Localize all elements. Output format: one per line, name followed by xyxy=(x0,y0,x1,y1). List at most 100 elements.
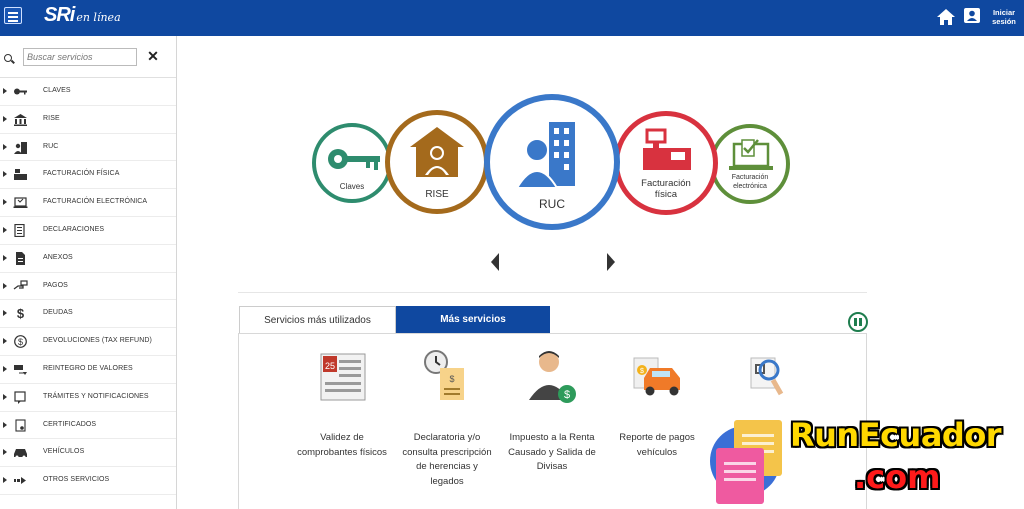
service-label: Reporte de pagos vehículos xyxy=(619,432,695,458)
service-label: Impuesto a la Renta Causado y Salida de … xyxy=(508,432,596,472)
sidebar-item-deudas[interactable]: $ DEUDAS xyxy=(0,300,176,329)
service-impuesto-renta-divisas[interactable]: $ Impuesto a la Renta Causado y Salida d… xyxy=(504,348,600,475)
home-icon[interactable] xyxy=(936,8,956,26)
sidebar-item-facturacion-electronica[interactable]: FACTURACIÓN ELECTRÓNICA xyxy=(0,189,176,217)
sidebar-item-label: RUC xyxy=(43,142,59,150)
car-payment-icon: $ xyxy=(633,357,680,396)
carousel-prev-arrow-icon[interactable] xyxy=(491,253,499,271)
sidebar-item-label: OTROS SERVICIOS xyxy=(43,476,110,484)
sidebar-item-devoluciones[interactable]: $ DEVOLUCIONES (TAX REFUND) xyxy=(0,328,176,356)
sidebar-item-facturacion-fisica[interactable]: FACTURACIÓN FÍSICA xyxy=(0,161,176,190)
carousel-item-facturacion-fisica[interactable]: Facturación física xyxy=(614,111,718,215)
sidebar-item-claves[interactable]: CLAVES xyxy=(0,78,176,106)
caret-right-icon xyxy=(3,171,7,178)
logo-main-text: SRi xyxy=(44,4,75,26)
sidebar-item-otros[interactable]: OTROS SERVICIOS xyxy=(0,467,176,495)
pause-icon[interactable] xyxy=(848,312,868,332)
carousel-label: Facturación física xyxy=(641,178,691,200)
carousel-label: Claves xyxy=(339,182,365,191)
caret-right-icon xyxy=(3,338,7,345)
sidebar-item-label: CERTIFICADOS xyxy=(43,420,97,428)
clock-document-icon: $ xyxy=(424,350,464,400)
key-icon xyxy=(328,149,380,170)
carousel-item-claves[interactable]: Claves xyxy=(312,123,392,203)
sidebar-item-vehiculos[interactable]: VEHÍCULOS xyxy=(0,439,176,468)
carousel-next-arrow-icon[interactable] xyxy=(607,253,615,271)
sidebar-item-ruc[interactable]: RUC xyxy=(0,134,176,162)
calendar-document-icon: 25 xyxy=(320,353,366,401)
sidebar-item-rise[interactable]: RISE xyxy=(0,106,176,134)
service-label: Declaratoria y/o consulta prescripción d… xyxy=(402,432,492,487)
hand-payment-icon xyxy=(13,279,28,290)
close-icon[interactable]: ✕ xyxy=(146,49,160,63)
caret-right-icon xyxy=(3,143,7,150)
caret-right-icon xyxy=(3,226,7,233)
refund-arrows-icon xyxy=(14,364,27,375)
notification-icon xyxy=(14,391,26,404)
sidebar-item-declaraciones[interactable]: DECLARACIONES xyxy=(0,217,176,245)
caret-right-icon xyxy=(3,254,7,261)
sidebar-item-label: REINTEGRO DE VALORES xyxy=(43,364,133,372)
top-navbar: SRi en línea Iniciar sesión xyxy=(0,0,1024,36)
caret-right-icon xyxy=(3,449,7,456)
caret-right-icon xyxy=(3,421,7,428)
watermark-text-main: RunEcuador xyxy=(790,416,1002,454)
qr-magnifier-icon xyxy=(750,357,784,396)
caret-right-icon xyxy=(3,282,7,289)
caret-right-icon xyxy=(3,115,7,122)
service-reporte-pagos-vehiculos[interactable]: $ Reporte de pagos vehículos xyxy=(609,348,705,460)
service-declaratoria-herencias[interactable]: $ Declaratoria y/o consulta prescripción… xyxy=(399,348,495,489)
search-input[interactable]: Buscar servicios xyxy=(23,48,137,66)
sidebar-item-reintegro[interactable]: REINTEGRO DE VALORES xyxy=(0,356,176,384)
sidebar-item-label: DEUDAS xyxy=(43,309,73,317)
sri-logo[interactable]: SRi en línea xyxy=(44,4,121,27)
sidebar-item-label: PAGOS xyxy=(43,281,68,289)
file-icon xyxy=(16,251,25,265)
dollar-circle-icon: $ xyxy=(14,335,27,349)
sidebar-item-certificados[interactable]: CERTIFICADOS xyxy=(0,412,176,440)
cash-register-icon xyxy=(14,169,27,181)
sidebar-search: Buscar servicios ✕ xyxy=(0,36,176,78)
carousel-item-facturacion-electronica[interactable]: Facturación electrónica xyxy=(710,124,790,204)
service-label: Validez de comprobantes físicos xyxy=(297,432,387,458)
carousel-label: RISE xyxy=(425,189,449,200)
sidebar-item-label: FACTURACIÓN ELECTRÓNICA xyxy=(43,198,148,206)
sidebar-item-label: RISE xyxy=(43,114,60,122)
caret-right-icon xyxy=(3,477,7,484)
car-icon xyxy=(14,449,27,459)
sidebar-item-label: ANEXOS xyxy=(43,253,73,261)
dollar-icon: $ xyxy=(16,306,25,322)
tab-servicios-mas-utilizados[interactable]: Servicios más utilizados xyxy=(239,306,396,333)
caret-right-icon xyxy=(3,88,7,94)
sidebar-item-label: VEHÍCULOS xyxy=(43,448,85,456)
user-card-icon xyxy=(964,8,980,23)
sidebar-item-label: DEVOLUCIONES (TAX REFUND) xyxy=(43,337,152,345)
section-divider xyxy=(238,292,867,293)
runecuador-watermark: RunEcuador .com xyxy=(708,414,1024,509)
sidebar-item-label: DECLARACIONES xyxy=(43,225,105,233)
sidebar-item-label: CLAVES xyxy=(43,87,71,94)
carousel-item-rise[interactable]: RISE xyxy=(385,110,489,214)
svg-text:$: $ xyxy=(564,389,570,401)
house-person-icon xyxy=(410,127,464,177)
tab-mas-servicios[interactable]: Más servicios xyxy=(396,306,550,333)
sidebar-item-label: FACTURACIÓN FÍSICA xyxy=(43,170,120,178)
sidebar-item-tramites[interactable]: TRÁMITES Y NOTIFICACIONES xyxy=(0,384,176,412)
carousel-label: Facturación electrónica xyxy=(731,174,769,190)
caret-right-icon xyxy=(3,199,7,206)
sidebar-item-pagos[interactable]: PAGOS xyxy=(0,273,176,301)
caret-right-icon xyxy=(3,393,7,400)
login-label: Iniciar sesión xyxy=(992,8,1016,26)
hamburger-menu-icon[interactable] xyxy=(4,7,22,24)
login-button[interactable]: Iniciar sesión xyxy=(964,8,1022,30)
laptop-invoice-icon xyxy=(729,139,773,170)
logo-sub-text: en línea xyxy=(76,11,121,24)
sidebar-item-anexos[interactable]: ANEXOS xyxy=(0,245,176,273)
service-validez-comprobantes[interactable]: 25 Validez de comprobantes físicos xyxy=(294,348,390,460)
carousel-item-ruc[interactable]: RUC xyxy=(484,94,620,230)
watermark-text-domain: .com xyxy=(854,458,941,496)
svg-text:$: $ xyxy=(640,368,644,375)
sidebar: Buscar servicios ✕ CLAVES RISE RUC FACTU… xyxy=(0,36,177,509)
certificate-icon xyxy=(15,419,26,432)
document-list-icon xyxy=(14,223,25,237)
